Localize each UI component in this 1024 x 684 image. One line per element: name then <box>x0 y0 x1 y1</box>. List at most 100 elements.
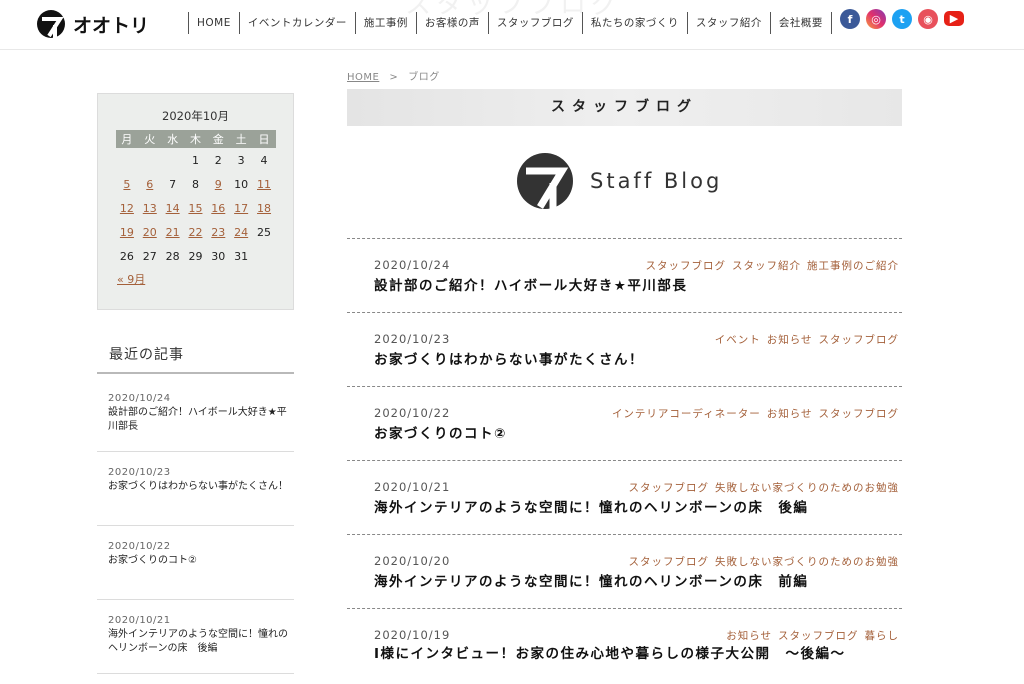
calendar-day-link[interactable]: 18 <box>257 202 271 215</box>
post-category-link[interactable]: 暮らし <box>865 628 900 643</box>
youtube-icon[interactable]: ▶ <box>944 11 964 26</box>
calendar-day-link[interactable]: 12 <box>120 202 134 215</box>
post-category-link[interactable]: 失敗しない家づくりのためのお勉強 <box>715 480 899 495</box>
post-category-link[interactable]: お知らせ <box>767 332 813 347</box>
breadcrumb-current: ブログ <box>408 72 440 83</box>
post-category-link[interactable]: スタッフブログ <box>629 554 710 569</box>
calendar-day: 3 <box>237 153 245 167</box>
calendar-day-link[interactable]: 11 <box>257 178 271 191</box>
twitter-icon[interactable]: t <box>892 9 912 29</box>
calendar-week: 12 13 14 15 16 17 18 <box>116 196 276 220</box>
calendar-week: 1 2 3 4 <box>116 148 276 172</box>
nav-staff[interactable]: スタッフ紹介 <box>686 12 770 34</box>
calendar-day-link[interactable]: 19 <box>120 226 134 239</box>
calendar-day: 19 <box>116 220 139 244</box>
calendar-day-link[interactable]: 24 <box>234 226 248 239</box>
calendar-day: 23 <box>207 220 230 244</box>
calendar-day: 6 <box>138 172 161 196</box>
nav-home[interactable]: HOME <box>188 12 239 34</box>
post-category-link[interactable]: お知らせ <box>726 628 772 643</box>
nav-event-calendar[interactable]: イベントカレンダー <box>238 12 355 34</box>
calendar-day-link[interactable]: 13 <box>143 202 157 215</box>
post-item[interactable]: 2020/10/24 スタッフブログ スタッフ紹介 施工事例のご紹介 設計部のご… <box>347 239 902 313</box>
calendar-day: 9 <box>207 172 230 196</box>
facebook-icon[interactable]: f <box>840 9 860 29</box>
post-title[interactable]: お家づくりはわからない事がたくさん！ <box>374 348 899 368</box>
calendar-weekday: 火 <box>138 130 162 148</box>
calendar-day <box>138 148 161 172</box>
post-category-link[interactable]: スタッフブログ <box>819 406 900 421</box>
calendar-day-link[interactable]: 23 <box>211 226 225 239</box>
post-category-link[interactable]: お知らせ <box>767 406 813 421</box>
calendar-week: 26 27 28 29 30 31 <box>116 244 276 268</box>
calendar-day-link[interactable]: 17 <box>234 202 248 215</box>
calendar-day: 17 <box>230 196 253 220</box>
post-category-link[interactable]: スタッフブログ <box>819 332 900 347</box>
post-title[interactable]: 設計部のご紹介！ハイボール大好き★平川部長 <box>374 274 899 294</box>
recent-post-title[interactable]: お家づくりはわからない事がたくさん！ <box>108 480 294 494</box>
recent-post-title[interactable]: 海外インテリアのような空間に！憧れのヘリンボーンの床 後編 <box>108 628 294 656</box>
calendar-day: 8 <box>191 177 199 191</box>
nav-company[interactable]: 会社概要 <box>769 12 832 34</box>
instagram-icon[interactable]: ◎ <box>866 9 886 29</box>
staff-blog-logo-text: Staff Blog <box>590 169 723 193</box>
camera-icon[interactable]: ◉ <box>918 9 938 29</box>
nav-customer-voice[interactable]: お客様の声 <box>415 12 488 34</box>
calendar-day-link[interactable]: 5 <box>123 178 130 191</box>
post-category-link[interactable]: インテリアコーディネーター <box>612 406 761 421</box>
calendar-day: 16 <box>207 196 230 220</box>
calendar-day-link[interactable]: 6 <box>146 178 153 191</box>
calendar-day-link[interactable]: 20 <box>143 226 157 239</box>
calendar-day-link[interactable]: 15 <box>188 202 202 215</box>
post-category-link[interactable]: スタッフブログ <box>629 480 710 495</box>
post-list: 2020/10/24 スタッフブログ スタッフ紹介 施工事例のご紹介 設計部のご… <box>347 238 902 669</box>
calendar-day: 20 <box>138 220 161 244</box>
calendar-day: 2 <box>214 153 222 167</box>
post-item[interactable]: 2020/10/22 インテリアコーディネーター お知らせ スタッフブログ お家… <box>347 387 902 461</box>
recent-post-item[interactable]: 2020/10/21 海外インテリアのような空間に！憧れのヘリンボーンの床 後編 <box>97 600 294 674</box>
calendar-day-link[interactable]: 16 <box>211 202 225 215</box>
calendar-day-link[interactable]: 14 <box>166 202 180 215</box>
calendar-day: 28 <box>165 249 180 263</box>
recent-post-item[interactable]: 2020/10/23 お家づくりはわからない事がたくさん！ <box>97 452 294 526</box>
calendar-day-link[interactable]: 22 <box>188 226 202 239</box>
post-item[interactable]: 2020/10/20 スタッフブログ 失敗しない家づくりのためのお勉強 海外イン… <box>347 535 902 609</box>
calendar-caption: 2020年10月 <box>162 109 229 123</box>
calendar-prev-month-link[interactable]: « 9月 <box>117 271 145 287</box>
post-title[interactable]: I様にインタビュー！お家の住み心地や暮らしの様子大公開 ～後編～ <box>374 644 899 664</box>
recent-post-item[interactable]: 2020/10/22 お家づくりのコト② <box>97 526 294 600</box>
breadcrumb: HOME > ブログ <box>347 68 440 83</box>
recent-post-title[interactable]: お家づくりのコト② <box>108 554 294 568</box>
calendar-day-link[interactable]: 21 <box>166 226 180 239</box>
post-categories: スタッフブログ 失敗しない家づくりのためのお勉強 <box>629 480 900 495</box>
recent-post-date: 2020/10/24 <box>108 393 171 404</box>
post-item[interactable]: 2020/10/19 お知らせ スタッフブログ 暮らし I様にインタビュー！お家… <box>347 609 902 669</box>
post-item[interactable]: 2020/10/23 イベント お知らせ スタッフブログ お家づくりはわからない… <box>347 313 902 387</box>
post-category-link[interactable]: 施工事例のご紹介 <box>807 258 899 273</box>
calendar-day-link[interactable]: 9 <box>215 178 222 191</box>
calendar-day: 12 <box>116 196 139 220</box>
calendar-day: 25 <box>257 225 272 239</box>
post-categories: スタッフブログ スタッフ紹介 施工事例のご紹介 <box>646 258 900 273</box>
recent-post-title[interactable]: 設計部のご紹介！ハイボール大好き★平川部長 <box>108 406 294 434</box>
site-logo[interactable]: オオトリ <box>36 9 149 39</box>
post-category-link[interactable]: スタッフブログ <box>646 258 727 273</box>
post-category-link[interactable]: 失敗しない家づくりのためのお勉強 <box>715 554 899 569</box>
post-title[interactable]: お家づくりのコト② <box>374 422 899 442</box>
page-title: スタッフブログ <box>347 89 902 126</box>
nav-staff-blog[interactable]: スタッフブログ <box>487 12 582 34</box>
post-category-link[interactable]: スタッフブログ <box>778 628 859 643</box>
calendar-day: 13 <box>138 196 161 220</box>
post-title[interactable]: 海外インテリアのような空間に！憧れのヘリンボーンの床 前編 <box>374 570 899 590</box>
post-category-link[interactable]: イベント <box>715 332 761 347</box>
nav-works[interactable]: 施工事例 <box>354 12 416 34</box>
recent-post-item[interactable]: 2020/10/24 設計部のご紹介！ハイボール大好き★平川部長 <box>97 378 294 452</box>
nav-our-homebuilding[interactable]: 私たちの家づくり <box>581 12 687 34</box>
recent-post-date: 2020/10/22 <box>108 541 171 552</box>
post-item[interactable]: 2020/10/21 スタッフブログ 失敗しない家づくりのためのお勉強 海外イン… <box>347 461 902 535</box>
post-title[interactable]: 海外インテリアのような空間に！憧れのヘリンボーンの床 後編 <box>374 496 899 516</box>
post-category-link[interactable]: スタッフ紹介 <box>732 258 801 273</box>
calendar-day: 31 <box>234 249 249 263</box>
calendar-day: 26 <box>119 249 134 263</box>
breadcrumb-home-link[interactable]: HOME <box>347 72 379 83</box>
